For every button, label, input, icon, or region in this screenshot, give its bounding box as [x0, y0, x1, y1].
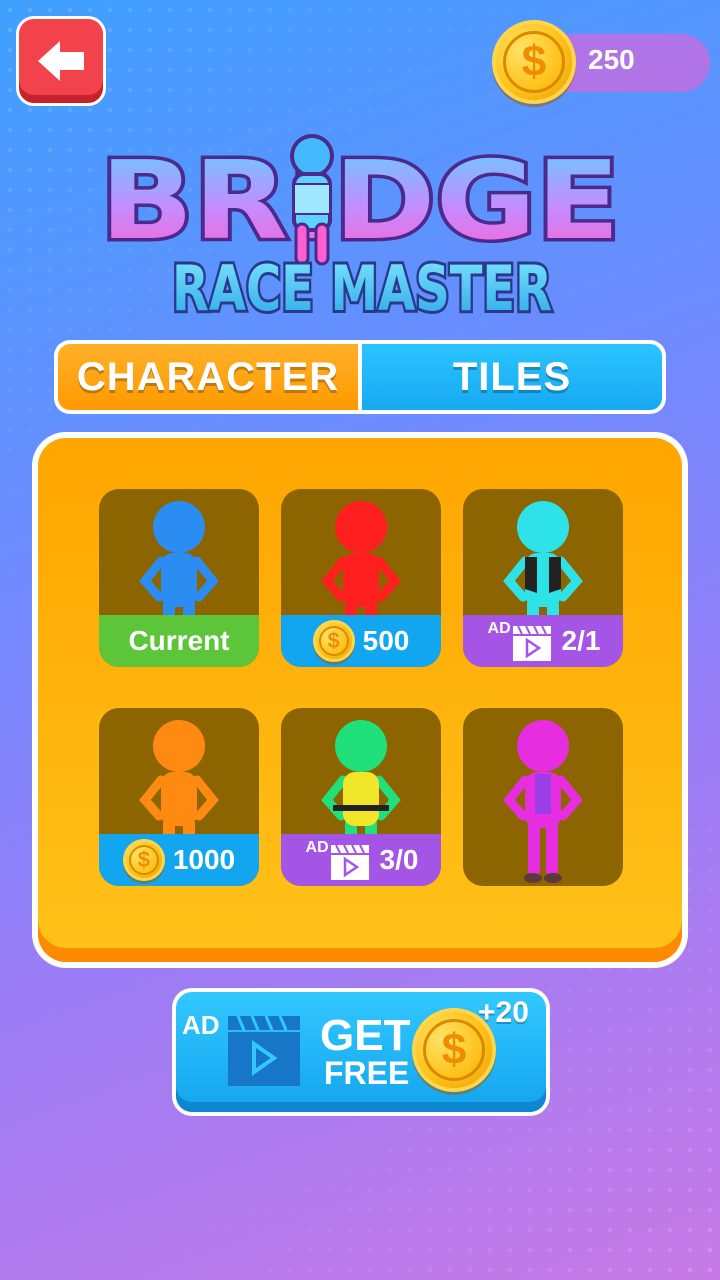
- get-label: GET: [320, 1011, 411, 1060]
- arrow-left-icon: [38, 41, 84, 81]
- tab-tiles[interactable]: TILES: [358, 344, 662, 410]
- ad-video-icon: AD: [304, 837, 372, 883]
- ad-unlock-tag: AD 2/1: [463, 615, 623, 667]
- ad-label: AD: [182, 1010, 220, 1040]
- logo-title: BRIDGE: [100, 139, 620, 264]
- character-card-cyan[interactable]: AD 2/1: [463, 489, 623, 667]
- character-figure: [503, 720, 583, 883]
- character-figure: [139, 720, 219, 848]
- dollar-coin-icon: $: [492, 20, 576, 104]
- character-panel: Current $ 500 AD 2/1 $ 1000 AD 3/0: [32, 432, 688, 968]
- dollar-coin-icon: $: [312, 620, 355, 662]
- free-label: FREE: [324, 1055, 410, 1091]
- logo-subtitle: RACE MASTER: [172, 252, 552, 325]
- price-label: 500: [362, 625, 410, 656]
- bonus-amount: +20: [478, 996, 529, 1029]
- price-tag: $ 1000: [99, 834, 259, 886]
- tab-character[interactable]: CHARACTER: [58, 344, 358, 410]
- character-figure: [321, 720, 401, 848]
- ad-video-icon: AD: [486, 618, 554, 664]
- dollar-coin-icon: $: [122, 839, 165, 881]
- ad-progress-label: 2/1: [561, 625, 601, 656]
- character-figure: [139, 501, 219, 629]
- character-figure: [503, 501, 583, 629]
- shop-tabs: CHARACTER TILES: [54, 340, 666, 414]
- coin-balance: 250: [588, 44, 635, 75]
- character-card-green[interactable]: AD 3/0: [281, 708, 441, 886]
- ad-progress-label: 3/0: [379, 844, 419, 875]
- get-free-coins-button[interactable]: AD GET FREE $ +20: [172, 988, 550, 1116]
- character-figure: [321, 501, 401, 629]
- ad-video-icon: [228, 1015, 300, 1086]
- character-card-red[interactable]: $ 500: [281, 489, 441, 667]
- price-label: 1000: [172, 844, 236, 875]
- current-label: Current: [99, 615, 259, 667]
- game-logo: BRIDGE RACE MASTER: [80, 120, 640, 330]
- price-tag: $ 500: [281, 615, 441, 667]
- ad-unlock-tag: AD 3/0: [281, 834, 441, 886]
- back-button[interactable]: [16, 16, 106, 106]
- character-card-magenta[interactable]: [463, 708, 623, 886]
- character-card-blue[interactable]: Current: [99, 489, 259, 667]
- character-card-orange[interactable]: $ 1000: [99, 708, 259, 886]
